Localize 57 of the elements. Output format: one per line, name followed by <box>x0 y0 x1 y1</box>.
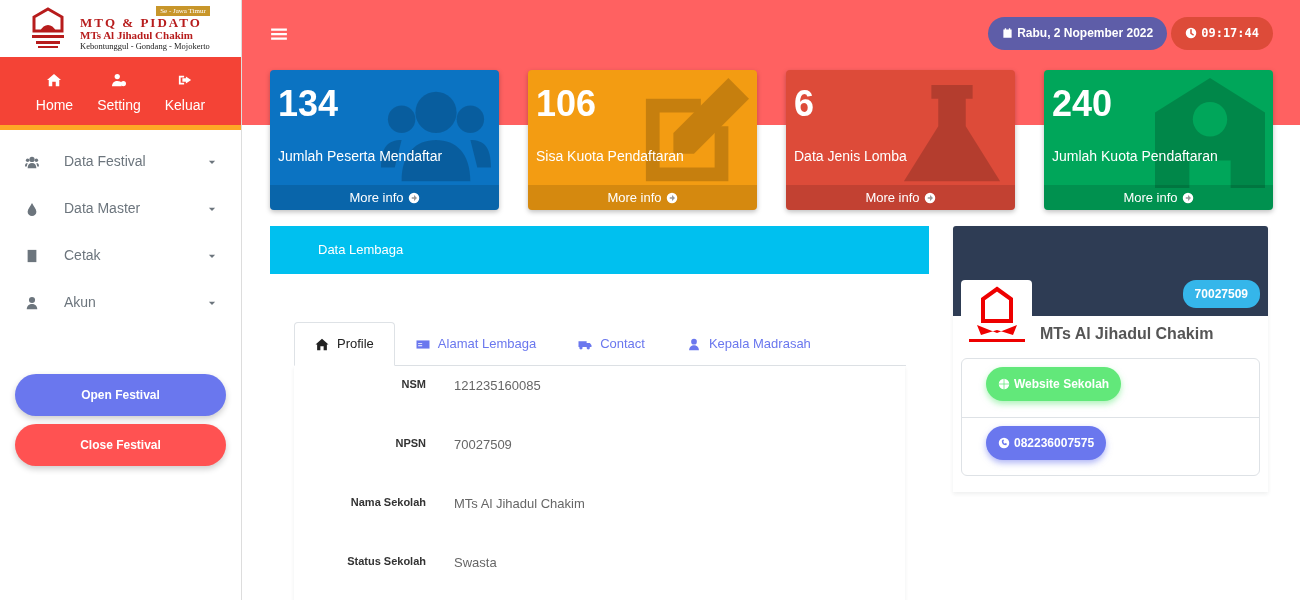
stat-value: 240 <box>1052 86 1114 122</box>
menu-link[interactable]: Home <box>35 73 74 125</box>
stat-value: 106 <box>536 86 598 122</box>
exit-icon <box>177 73 192 87</box>
sidebar-item[interactable]: Cetak <box>0 232 241 279</box>
users-icon <box>24 154 40 169</box>
user-icon <box>24 295 40 310</box>
field-label: NSM <box>400 377 426 392</box>
home-icon <box>315 337 329 351</box>
stat-label: Data Jenis Lomba <box>794 147 908 166</box>
brand-title: MTQ & PIDATO <box>80 16 203 30</box>
tab[interactable]: Contact <box>557 322 666 366</box>
arrow-circle-icon <box>923 191 936 204</box>
menu-link[interactable]: Keluar <box>164 73 206 125</box>
field-label: NPSN <box>394 436 426 451</box>
date-badge: Rabu, 2 Nopember 2022 <box>988 16 1168 50</box>
stat-label: Sisa Kuota Pendaftaran <box>536 147 685 166</box>
stat-label: Jumlah Peserta Mendaftar <box>278 147 444 166</box>
tab[interactable]: Alamat Lembaga <box>394 322 558 366</box>
clock-icon <box>1185 27 1198 39</box>
more-info-link[interactable]: More info <box>1044 185 1273 210</box>
field-value: Swasta <box>453 554 497 572</box>
stat-label: Jumlah Kuota Pendaftaran <box>1052 147 1219 166</box>
npsn-badge: 70027509 <box>1182 280 1260 308</box>
school-profile-name: MTs Al Jihadul Chakim <box>1040 324 1214 344</box>
field-label: Status Sekolah <box>346 554 426 569</box>
chat-icon <box>998 437 1010 449</box>
whatsapp-button[interactable]: 082236007575 <box>986 426 1107 460</box>
tab[interactable]: Kepala Madrasah <box>665 322 832 366</box>
field-label: Nama Sekolah <box>349 495 426 510</box>
more-info-link[interactable]: More info <box>528 185 757 210</box>
arrow-circle-icon <box>665 191 678 204</box>
arrow-circle-icon <box>407 191 420 204</box>
field-value: 70027509 <box>453 436 512 454</box>
arrow-circle-icon <box>1181 191 1194 204</box>
sidebar-item[interactable]: Data Master <box>0 185 241 232</box>
more-info-link[interactable]: More info <box>270 185 499 210</box>
close-festival-button[interactable]: Close Festival <box>15 424 226 466</box>
stat-value: 134 <box>278 86 340 122</box>
field-value: 121235160085 <box>453 377 541 395</box>
calendar-icon <box>1002 27 1014 39</box>
school-address: Kebontunggul - Gondang - Mojokerto <box>80 41 210 52</box>
panel-header: Data Lembaga <box>270 226 929 274</box>
more-info-link[interactable]: More info <box>786 185 1015 210</box>
school-name: MTs Al Jihadul Chakim <box>80 29 194 42</box>
field-value: MTs Al Jihadul Chakim <box>453 495 585 513</box>
sidebar-item[interactable]: Data Festival <box>0 138 241 185</box>
stat-value: 6 <box>794 86 816 122</box>
menu-link[interactable]: Setting <box>97 73 141 125</box>
user-gear-icon <box>111 73 126 87</box>
globe-icon <box>998 378 1010 390</box>
sidebar-item[interactable]: Akun <box>0 279 241 326</box>
tab[interactable]: Profile <box>294 322 395 366</box>
home-icon <box>47 73 62 87</box>
user-icon <box>686 337 701 351</box>
id-card-icon <box>415 337 430 351</box>
open-festival-button[interactable]: Open Festival <box>15 374 226 416</box>
